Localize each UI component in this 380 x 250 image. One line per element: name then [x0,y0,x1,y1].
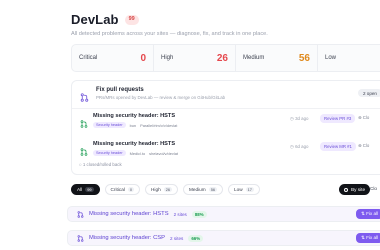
pr-age-text: 3d ago [295,116,309,121]
filter-high[interactable]: High 26 [145,184,179,195]
fix-pull-requests-card: Fix pull requests PRs/MRs opened by DevL… [71,80,380,175]
issue-sites: 2 sites [173,211,187,217]
by-site-label: By site [351,187,366,192]
close-pr-button[interactable]: ⊗ Clo [358,143,369,149]
filter-count: 99 [85,187,94,192]
score-badge: 88% [191,210,207,218]
severity-low[interactable]: Low [318,45,380,71]
review-mr-button[interactable]: Review MR #1 [320,142,356,151]
filter-count: 17 [245,187,254,192]
fix-all-button[interactable]: ⇅ Fix all [356,233,380,243]
git-pull-request-icon [80,143,88,161]
severity-value: 26 [216,52,228,64]
pr-site: Medicl.to [129,150,146,156]
severity-critical[interactable]: Critical 0 [72,45,154,71]
issue-title: Missing security header: CSP [89,235,166,241]
filter-label: High [151,187,161,192]
pr-site: bun [129,122,137,128]
filter-medium[interactable]: Medium 56 [183,184,224,195]
page-header: DevLab 99 All detected problems across y… [71,12,268,37]
filter-label: Medium [189,187,206,192]
app-title: DevLab [71,12,119,27]
issue-sites: 2 sites [170,235,184,241]
severity-summary: Critical 0 High 26 Medium 56 Low [71,44,380,72]
filter-count: 26 [163,187,173,192]
severity-label: High [161,55,174,61]
close-label: Clo [362,115,370,120]
git-pull-request-icon [77,229,84,247]
severity-label: Low [325,55,337,61]
filter-count: 56 [208,187,218,192]
fix-all-button[interactable]: ⇅ Fix all [356,209,380,219]
fix-all-label: Fix all [366,211,379,216]
git-pull-request-icon [77,205,84,223]
page-subtitle: All detected problems across your sites … [71,31,268,37]
git-pull-request-icon [80,89,89,107]
severity-label: Medium [243,55,265,61]
filter-label: Critical [110,187,125,192]
closed-prs-link[interactable]: ○ 1 closed/rolled back [79,162,122,167]
fix-all-label: Fix all [366,235,379,240]
pr-card-title: Fix pull requests [96,87,144,93]
git-pull-request-icon [80,115,88,133]
issue-title: Missing security header: HSTS [89,211,169,217]
view-toggle-other[interactable]: Clo [370,186,377,191]
category-tag: Security header [93,122,126,128]
by-site-toggle[interactable]: By site [339,184,371,195]
filter-count: 0 [127,187,135,192]
filter-low[interactable]: Low 17 [228,184,260,195]
pr-title: Missing security header: HSTS [93,141,176,147]
severity-label: Critical [79,55,98,61]
category-tag: Security header [93,150,126,156]
severity-value: 56 [298,52,310,64]
filter-label: Low [234,187,243,192]
pr-card-subtitle: PRs/MRs opened by DevLab — review & merg… [96,95,226,100]
pr-list-item[interactable]: Missing security header: HSTS Security h… [72,110,380,132]
severity-high[interactable]: High 26 [154,45,236,71]
pr-age: ◷ 3d ago [290,116,309,122]
severity-value: 0 [140,52,146,64]
globe-icon [344,187,348,192]
open-count-badge: 2 open [357,89,380,97]
filter-label: All [77,187,83,192]
score-badge: 66% [188,234,204,242]
pr-list-item[interactable]: Missing security header: HSTS Security h… [72,138,380,160]
pr-age: ◷ 6d ago [290,144,309,150]
filter-all[interactable]: All 99 [71,184,100,195]
pr-title: Missing security header: HSTS [93,113,176,119]
pr-age-text: 6d ago [295,144,309,149]
divider [72,108,380,109]
pr-repo: shelavol/v/devlat [149,150,178,156]
pr-repo: Parallel/rtm/v/v/devlat [140,122,178,128]
close-label: Clo [362,143,370,148]
severity-filter-bar: All 99 Critical 0 High 26 Medium 56 Low 17 [71,184,260,195]
pr-card-header: Fix pull requests PRs/MRs opened by DevL… [72,81,380,104]
issue-count-badge: 99 [124,14,139,25]
closed-prs-text: 1 closed/rolled back [82,162,122,167]
issue-group-row[interactable]: Missing security header: HSTS 2 sites 88… [67,206,380,222]
issue-group-row[interactable]: Missing security header: CSP 2 sites 66%… [67,230,380,246]
close-pr-button[interactable]: ⊗ Clo [358,115,369,121]
severity-medium[interactable]: Medium 56 [236,45,318,71]
filter-critical[interactable]: Critical 0 [104,184,141,195]
review-pr-button[interactable]: Review PR #3 [320,114,356,123]
